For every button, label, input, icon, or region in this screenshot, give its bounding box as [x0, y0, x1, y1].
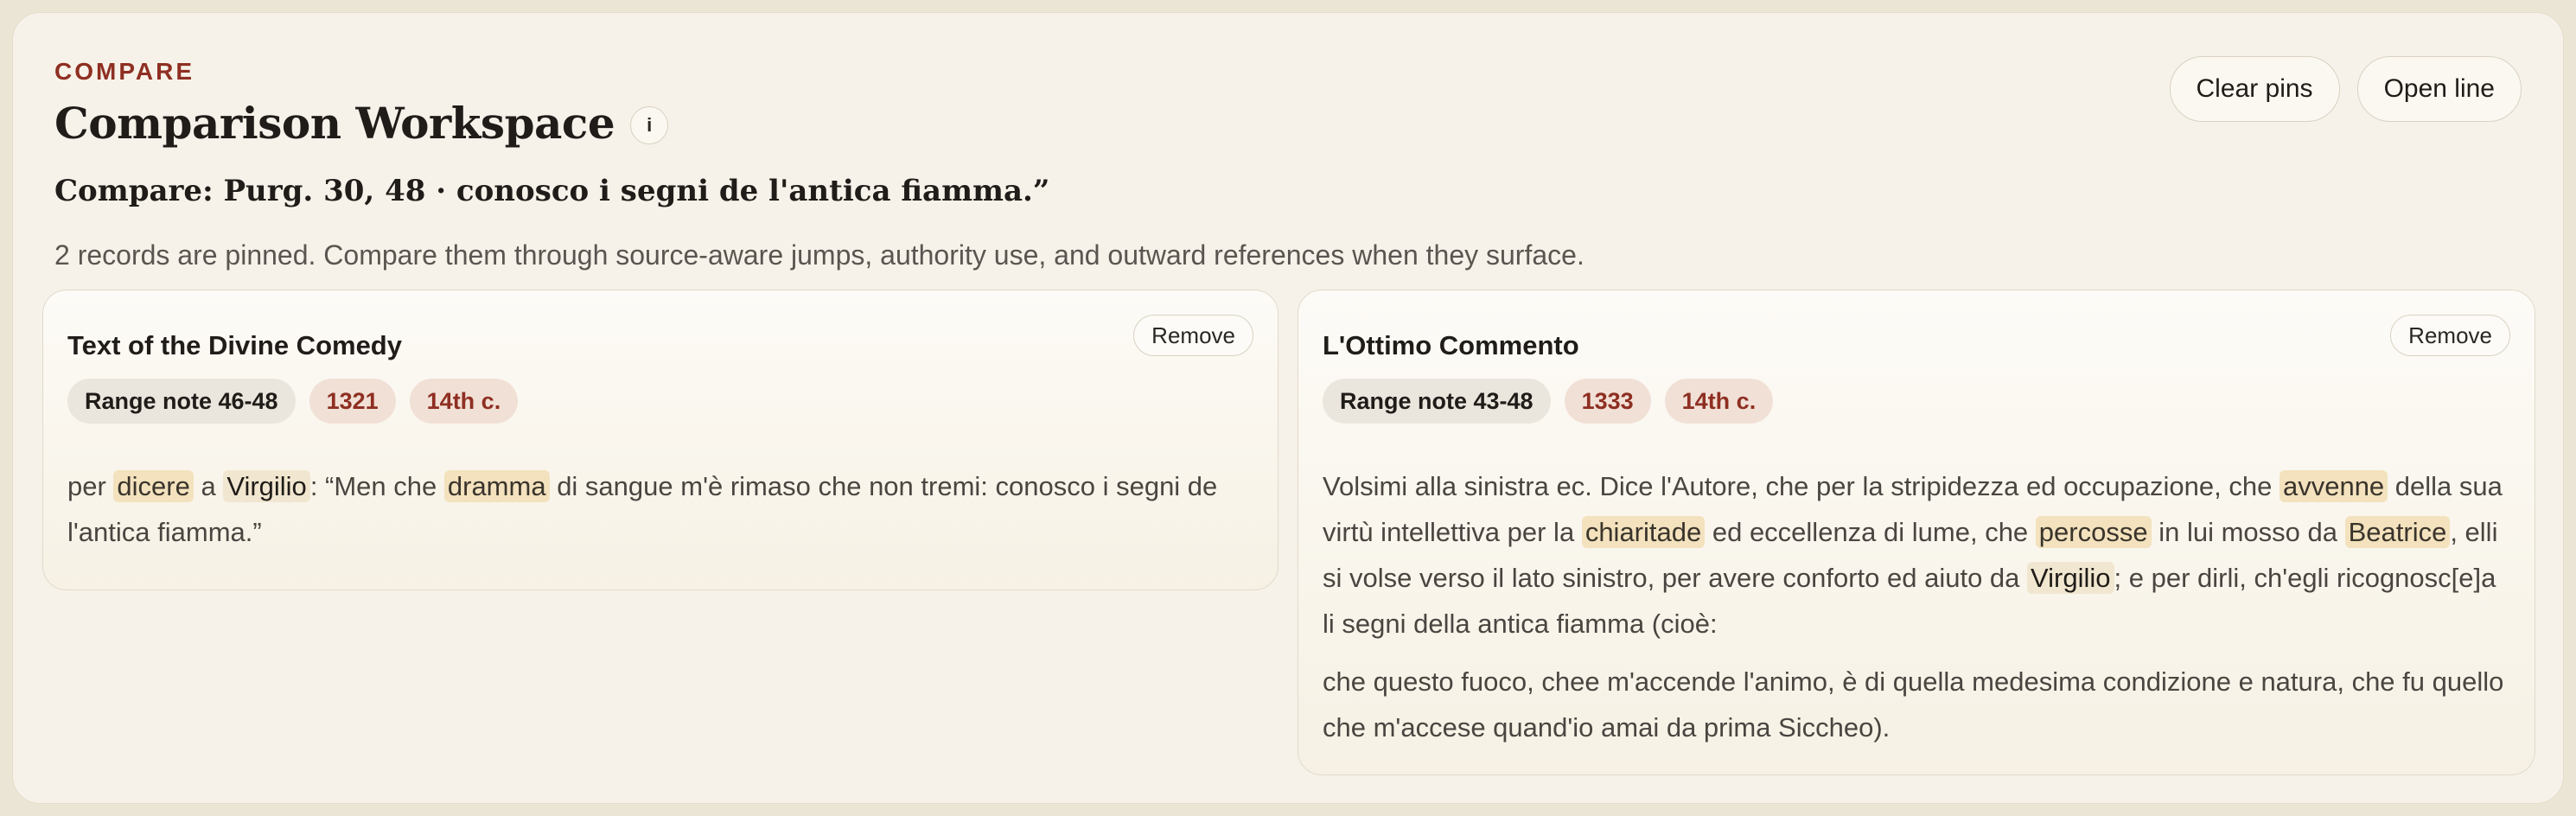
commentary-paragraph: Volsimi alla sinistra ec. Dice l'Autore,…: [1323, 463, 2510, 647]
century-chip: 14th c.: [409, 379, 519, 424]
text-segment: per: [67, 471, 114, 501]
highlighted-term[interactable]: Beatrice: [2344, 516, 2451, 548]
page-title: Comparison Workspace: [54, 98, 615, 149]
highlighted-term[interactable]: Virgilio: [2027, 562, 2114, 594]
highlighted-term[interactable]: dramma: [443, 470, 550, 502]
year-chip: 1321: [309, 379, 396, 424]
card-chips: Range note 43-48 1333 14th c.: [1323, 379, 2510, 424]
commentary-paragraph: che questo fuoco, chee m'accende l'animo…: [1323, 666, 2504, 743]
remove-button[interactable]: Remove: [1133, 315, 1253, 356]
text-segment: a: [193, 471, 224, 501]
highlighted-term[interactable]: chiaritade: [1581, 516, 1706, 548]
card-header: Text of the Divine Comedy Remove: [67, 290, 1253, 373]
highlighted-term[interactable]: dicere: [113, 470, 194, 502]
text-segment: : “Men che: [309, 471, 444, 501]
text-segment: Volsimi alla sinistra ec. Dice l'Autore,…: [1323, 471, 2280, 501]
pinned-summary: 2 records are pinned. Compare them throu…: [54, 239, 1584, 271]
title-row: Comparison Workspace i: [54, 98, 669, 149]
info-icon: i: [647, 113, 653, 136]
card-title: L'Ottimo Commento: [1323, 330, 1579, 360]
comparison-panel: COMPARE Comparison Workspace i Compare: …: [12, 12, 2564, 804]
record-card-divine-comedy: Text of the Divine Comedy Remove Range n…: [42, 290, 1278, 590]
remove-button[interactable]: Remove: [2390, 315, 2510, 356]
range-note-chip: Range note 46-48: [67, 379, 296, 424]
card-chips: Range note 46-48 1321 14th c.: [67, 379, 1253, 424]
highlighted-term[interactable]: avvenne: [2279, 470, 2388, 502]
text-segment: ed eccellenza di lume, che: [1705, 517, 2036, 547]
card-text: Volsimi alla sinistra ec. Dice l'Autore,…: [1323, 463, 2510, 750]
text-segment: in lui mosso da: [2151, 517, 2345, 547]
highlighted-term[interactable]: percosse: [2035, 516, 2152, 548]
card-header: L'Ottimo Commento Remove: [1323, 290, 2510, 373]
century-chip: 14th c.: [1664, 379, 1774, 424]
clear-pins-button[interactable]: Clear pins: [2169, 56, 2340, 122]
year-chip: 1333: [1564, 379, 1651, 424]
card-title: Text of the Divine Comedy: [67, 330, 402, 360]
compare-heading: Compare: Purg. 30, 48 · conosco i segni …: [54, 174, 1050, 208]
info-button[interactable]: i: [630, 105, 669, 144]
section-eyebrow: COMPARE: [54, 58, 195, 85]
open-line-button[interactable]: Open line: [2356, 56, 2522, 122]
card-text: per dicere a Virgilio: “Men che dramma d…: [67, 463, 1253, 555]
range-note-chip: Range note 43-48: [1323, 379, 1551, 424]
highlighted-term[interactable]: Virgilio: [223, 470, 310, 502]
record-card-ottimo-commento: L'Ottimo Commento Remove Range note 43-4…: [1298, 290, 2535, 775]
header-actions: Clear pins Open line: [2169, 56, 2522, 122]
